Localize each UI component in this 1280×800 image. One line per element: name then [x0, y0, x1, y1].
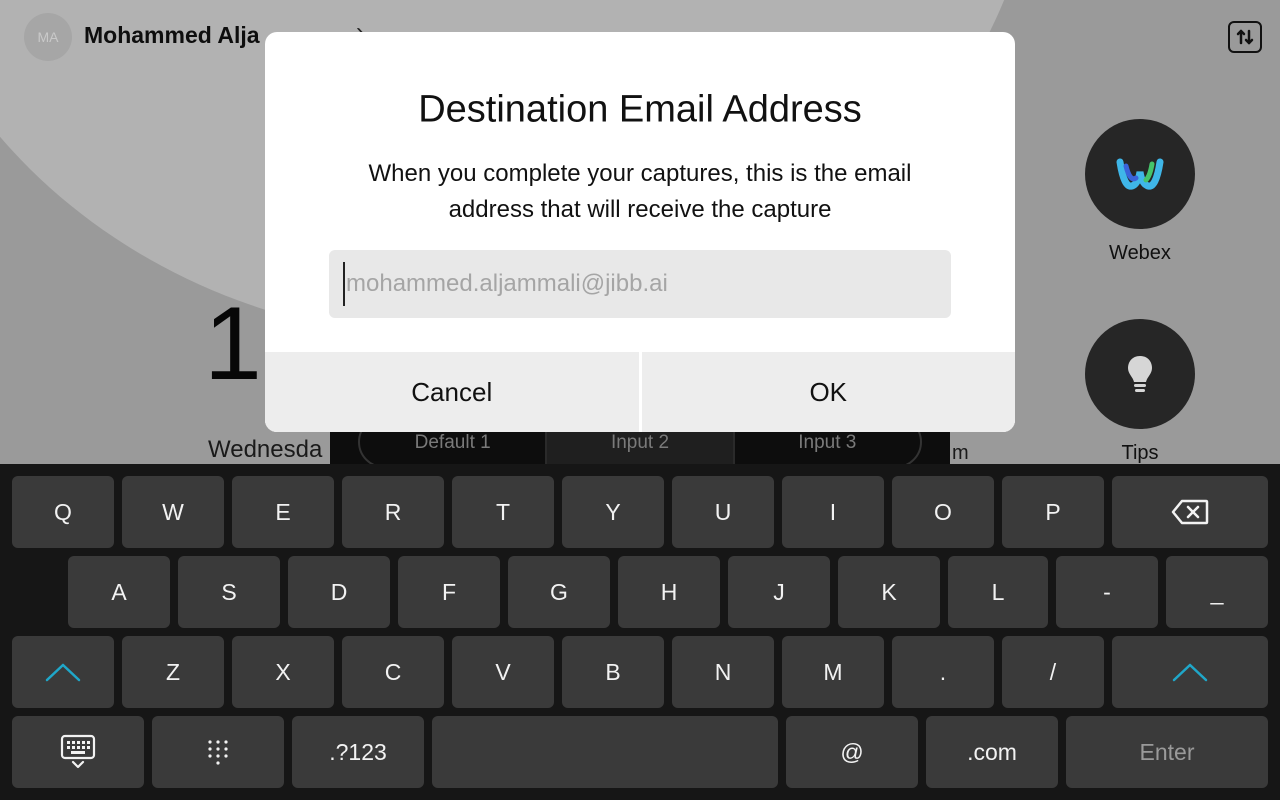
avatar[interactable]: MA [24, 13, 72, 61]
key-p[interactable]: P [1002, 476, 1104, 548]
dialpad-key[interactable] [152, 716, 284, 788]
shift-chevron-up-icon [45, 663, 81, 682]
key-q[interactable]: Q [12, 476, 114, 548]
key-e[interactable]: E [232, 476, 334, 548]
key-dotcom[interactable]: .com [926, 716, 1058, 788]
swap-settings-icon [1236, 29, 1254, 45]
shift-left-key[interactable] [12, 636, 114, 708]
user-name[interactable]: Mohammed Alja [84, 22, 260, 49]
space-key[interactable] [432, 716, 778, 788]
clock-time: 1 [204, 286, 262, 402]
enter-key[interactable]: Enter [1066, 716, 1268, 788]
on-screen-keyboard: Q W E R T Y U I O P A S D F G H J K L - … [0, 464, 1280, 800]
dialpad-icon [208, 740, 228, 765]
cancel-button[interactable]: Cancel [265, 352, 639, 432]
key-period[interactable]: . [892, 636, 994, 708]
key-a[interactable]: A [68, 556, 170, 628]
key-h[interactable]: H [618, 556, 720, 628]
key-underscore[interactable]: _ [1166, 556, 1268, 628]
key-z[interactable]: Z [122, 636, 224, 708]
key-i[interactable]: I [782, 476, 884, 548]
text-caret [343, 262, 345, 306]
email-dialog: Destination Email Address When you compl… [265, 32, 1015, 432]
key-d[interactable]: D [288, 556, 390, 628]
email-placeholder: mohammed.aljammali@jibb.ai [346, 270, 668, 297]
dialog-title: Destination Email Address [418, 88, 862, 131]
key-k[interactable]: K [838, 556, 940, 628]
key-b[interactable]: B [562, 636, 664, 708]
key-m[interactable]: M [782, 636, 884, 708]
key-f[interactable]: F [398, 556, 500, 628]
key-j[interactable]: J [728, 556, 830, 628]
keyboard-hide-icon [60, 734, 96, 769]
key-y[interactable]: Y [562, 476, 664, 548]
key-g[interactable]: G [508, 556, 610, 628]
settings-button[interactable] [1228, 21, 1262, 53]
dialog-message: When you complete your captures, this is… [368, 160, 912, 223]
key-v[interactable]: V [452, 636, 554, 708]
key-x[interactable]: X [232, 636, 334, 708]
webex-logo-icon [1116, 158, 1164, 190]
key-r[interactable]: R [342, 476, 444, 548]
backspace-key[interactable] [1112, 476, 1268, 548]
tips-button[interactable] [1085, 319, 1195, 429]
hide-keyboard-key[interactable] [12, 716, 144, 788]
key-o[interactable]: O [892, 476, 994, 548]
key-t[interactable]: T [452, 476, 554, 548]
key-u[interactable]: U [672, 476, 774, 548]
backspace-icon [1171, 499, 1209, 525]
key-at[interactable]: @ [786, 716, 918, 788]
room-name-text: m [952, 442, 969, 464]
date-text: Wednesda [208, 436, 323, 463]
shift-chevron-up-icon [1172, 663, 1208, 682]
lightbulb-icon [1128, 356, 1152, 392]
email-input[interactable]: mohammed.aljammali@jibb.ai [329, 250, 951, 318]
key-slash[interactable]: / [1002, 636, 1104, 708]
key-s[interactable]: S [178, 556, 280, 628]
key-w[interactable]: W [122, 476, 224, 548]
key-n[interactable]: N [672, 636, 774, 708]
key-l[interactable]: L [948, 556, 1048, 628]
key-c[interactable]: C [342, 636, 444, 708]
numbers-key[interactable]: .?123 [292, 716, 424, 788]
shift-right-key[interactable] [1112, 636, 1268, 708]
avatar-initials: MA [37, 29, 59, 45]
webex-label: Webex [1109, 242, 1171, 264]
webex-button[interactable] [1085, 119, 1195, 229]
key-hyphen[interactable]: - [1056, 556, 1158, 628]
tips-label: Tips [1121, 442, 1159, 464]
dialog-buttons: Cancel OK [265, 352, 1015, 432]
ok-button[interactable]: OK [641, 352, 1015, 432]
